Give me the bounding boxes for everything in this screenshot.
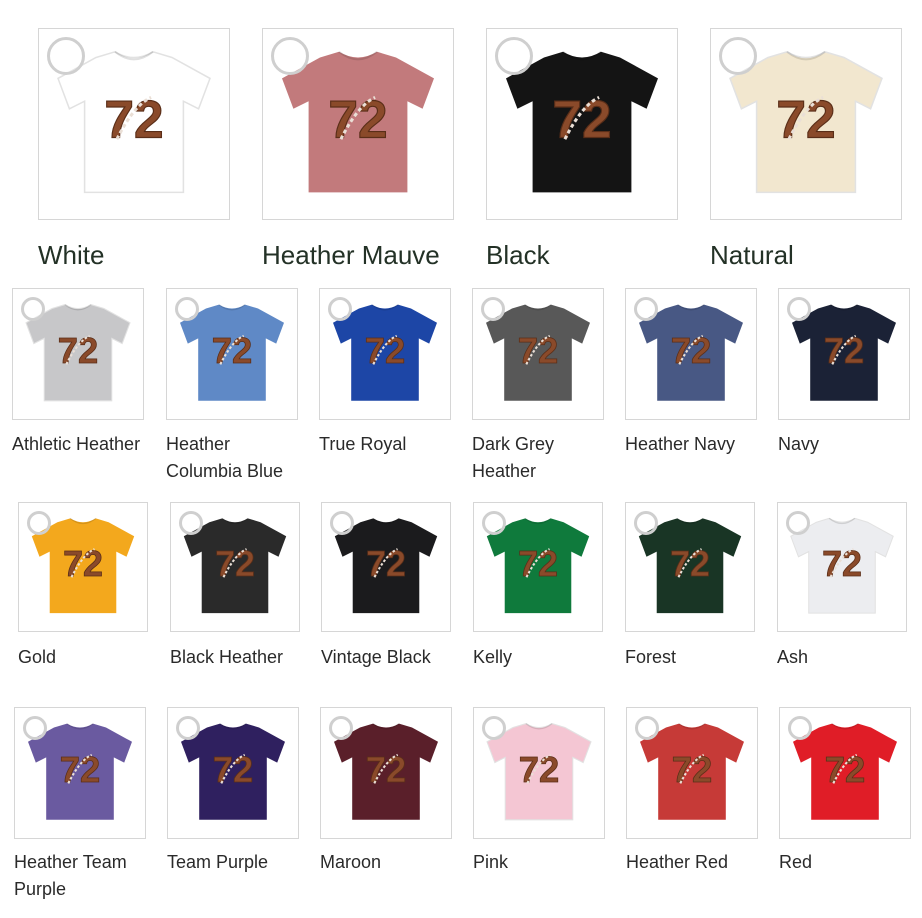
svg-text:72: 72 — [212, 330, 252, 371]
swatch-label: White — [38, 240, 105, 270]
swatch-natural[interactable]: 72 — [710, 28, 902, 220]
swatch-label: Pink — [473, 852, 509, 872]
radio-circle-icon[interactable] — [788, 716, 812, 740]
svg-text:72: 72 — [825, 749, 865, 790]
radio-circle-icon[interactable] — [175, 297, 199, 321]
swatch-label: Red — [779, 852, 813, 872]
svg-text:72: 72 — [366, 544, 406, 584]
swatch-maroon[interactable]: 72 — [320, 707, 452, 839]
svg-text:72: 72 — [328, 90, 387, 149]
radio-circle-icon[interactable] — [271, 37, 309, 75]
svg-text:72: 72 — [518, 544, 558, 584]
svg-text:72: 72 — [58, 330, 98, 371]
radio-circle-icon[interactable] — [786, 511, 810, 535]
radio-circle-icon[interactable] — [719, 37, 757, 75]
radio-circle-icon[interactable] — [635, 716, 659, 740]
swatch-heather-team-purple[interactable]: 72 — [14, 707, 146, 839]
swatch-label: Heather Columbia Blue — [166, 434, 284, 481]
svg-text:72: 72 — [518, 330, 558, 371]
swatch-red[interactable]: 72 — [779, 707, 911, 839]
swatch-navy[interactable]: 72 — [778, 288, 910, 420]
radio-circle-icon[interactable] — [634, 297, 658, 321]
swatch-label: Black — [486, 240, 550, 270]
swatch-heather-navy[interactable]: 72 — [625, 288, 757, 420]
svg-text:72: 72 — [215, 544, 255, 584]
swatch-label: Team Purple — [167, 852, 269, 872]
radio-circle-icon[interactable] — [481, 297, 505, 321]
svg-text:72: 72 — [104, 90, 163, 149]
swatch-gold[interactable]: 72 — [18, 502, 148, 632]
svg-text:72: 72 — [552, 90, 611, 149]
svg-text:72: 72 — [671, 330, 711, 371]
swatch-label: Gold — [18, 647, 57, 667]
swatch-label: Heather Mauve — [262, 240, 440, 270]
swatch-label: Heather Red — [626, 852, 729, 872]
radio-circle-icon[interactable] — [21, 297, 45, 321]
radio-circle-icon[interactable] — [787, 297, 811, 321]
svg-text:72: 72 — [60, 749, 100, 790]
swatch-white[interactable]: 72 — [38, 28, 230, 220]
svg-text:72: 72 — [672, 749, 712, 790]
radio-circle-icon[interactable] — [329, 716, 353, 740]
swatch-heather-columbia-blue[interactable]: 72 — [166, 288, 298, 420]
swatch-label: Heather Team Purple — [14, 852, 127, 899]
svg-text:72: 72 — [365, 330, 405, 371]
swatch-team-purple[interactable]: 72 — [167, 707, 299, 839]
swatch-dark-grey-heather[interactable]: 72 — [472, 288, 604, 420]
radio-circle-icon[interactable] — [179, 511, 203, 535]
swatch-heather-red[interactable]: 72 — [626, 707, 758, 839]
svg-text:72: 72 — [822, 544, 862, 584]
svg-text:72: 72 — [670, 544, 710, 584]
swatch-label: Heather Navy — [625, 434, 736, 454]
swatch-label: True Royal — [319, 434, 407, 454]
swatch-label: Natural — [710, 240, 794, 270]
radio-circle-icon[interactable] — [634, 511, 658, 535]
radio-circle-icon[interactable] — [23, 716, 47, 740]
swatch-label: Dark Grey Heather — [472, 434, 555, 481]
swatch-label: Vintage Black — [321, 647, 431, 667]
svg-text:72: 72 — [824, 330, 864, 371]
swatch-label: Navy — [778, 434, 820, 454]
swatch-heather-mauve[interactable]: 72 — [262, 28, 454, 220]
radio-circle-icon[interactable] — [47, 37, 85, 75]
radio-circle-icon[interactable] — [482, 716, 506, 740]
swatch-vintage-black[interactable]: 72 — [321, 502, 451, 632]
swatch-label: Maroon — [320, 852, 382, 872]
radio-circle-icon[interactable] — [328, 297, 352, 321]
swatch-forest[interactable]: 72 — [625, 502, 755, 632]
svg-text:72: 72 — [63, 544, 103, 584]
radio-circle-icon[interactable] — [27, 511, 51, 535]
radio-circle-icon[interactable] — [330, 511, 354, 535]
swatch-label: Forest — [625, 647, 677, 667]
swatch-label: Kelly — [473, 647, 513, 667]
svg-text:72: 72 — [366, 749, 406, 790]
swatch-kelly[interactable]: 72 — [473, 502, 603, 632]
swatch-label: Athletic Heather — [12, 434, 141, 454]
swatch-true-royal[interactable]: 72 — [319, 288, 451, 420]
swatch-pink[interactable]: 72 — [473, 707, 605, 839]
radio-circle-icon[interactable] — [495, 37, 533, 75]
swatch-label: Black Heather — [170, 647, 284, 667]
radio-circle-icon[interactable] — [176, 716, 200, 740]
swatch-label: Ash — [777, 647, 809, 667]
svg-text:72: 72 — [213, 749, 253, 790]
svg-text:72: 72 — [519, 749, 559, 790]
swatch-black[interactable]: 72 — [486, 28, 678, 220]
svg-text:72: 72 — [776, 90, 835, 149]
swatch-athletic-heather[interactable]: 72 — [12, 288, 144, 420]
swatch-ash[interactable]: 72 — [777, 502, 907, 632]
swatch-black-heather[interactable]: 72 — [170, 502, 300, 632]
radio-circle-icon[interactable] — [482, 511, 506, 535]
